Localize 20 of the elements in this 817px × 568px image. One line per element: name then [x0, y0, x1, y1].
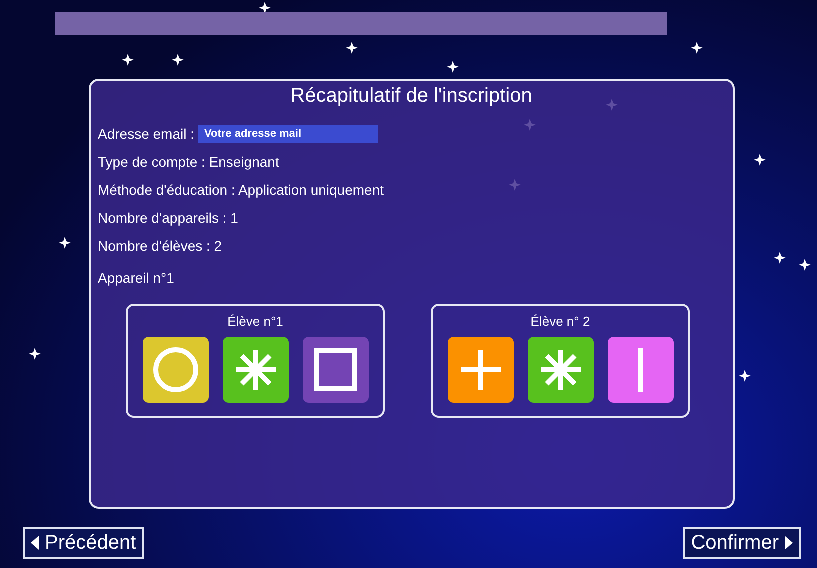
student-label: Élève n° 2 — [530, 314, 590, 329]
detail-text: Nombre d'élèves : 2 — [98, 238, 222, 254]
email-field[interactable]: Votre adresse mail — [198, 125, 378, 143]
confirm-button[interactable]: Confirmer — [683, 527, 801, 559]
asterisk-icon — [234, 348, 278, 392]
caret-left-icon — [31, 536, 39, 550]
caret-right-icon — [785, 536, 793, 550]
circle-icon — [152, 347, 198, 393]
previous-button[interactable]: Précédent — [23, 527, 144, 559]
vertical-bar-icon — [638, 348, 644, 392]
panel-title: Récapitulatif de l'inscription — [290, 85, 532, 108]
detail-text: Type de compte : Enseignant — [98, 154, 280, 170]
detail-text: Nombre d'appareils : 1 — [98, 210, 238, 226]
square-icon — [314, 348, 358, 392]
plus-icon — [458, 348, 502, 392]
student-label: Élève n°1 — [228, 314, 284, 329]
device-label: Appareil n°1 — [98, 270, 176, 286]
asterisk-icon — [538, 348, 582, 392]
email-label: Adresse email : — [98, 126, 194, 142]
detail-text: Méthode d'éducation : Application uniquement — [98, 182, 384, 198]
